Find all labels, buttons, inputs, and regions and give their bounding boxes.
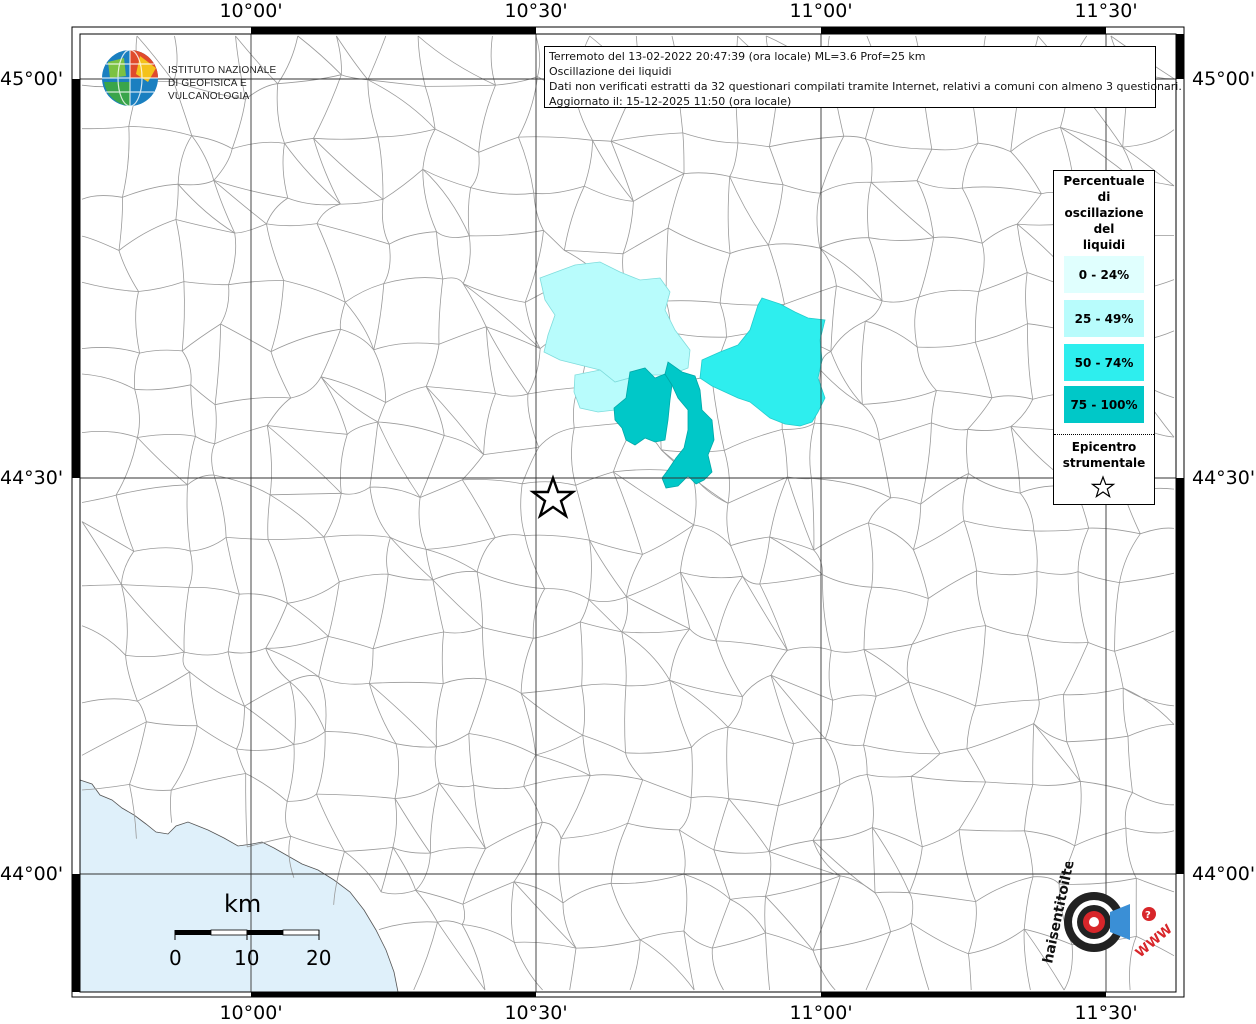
legend: Percentuale di oscillazione del liquidi … xyxy=(1053,170,1155,505)
lat-label-right-3: 44°00' xyxy=(1192,863,1256,885)
scale-unit: km xyxy=(224,890,262,918)
scale-tick-0: 0 xyxy=(169,946,182,970)
lat-label-left-1: 45°00' xyxy=(0,68,64,90)
legend-title: Percentuale di oscillazione del liquidi xyxy=(1063,174,1145,252)
lon-label-bottom-4: 11°30' xyxy=(1074,1002,1138,1024)
logo-line-2: DI GEOFISICA E VULCANOLOGIA xyxy=(168,78,250,102)
lat-label-left-3: 44°00' xyxy=(0,863,64,885)
epicenter-star-icon xyxy=(1090,475,1116,498)
lon-label-bottom-3: 11°00' xyxy=(789,1002,853,1024)
lon-label-top-2: 10°30' xyxy=(504,0,568,22)
globe-icon xyxy=(102,49,158,107)
lon-label-top-1: 10°00' xyxy=(219,0,283,22)
legend-item-0-24: 0 - 24% xyxy=(1064,256,1144,293)
lon-label-top-3: 11°00' xyxy=(789,0,853,22)
www-text: WWW xyxy=(1133,922,1176,961)
data-note-line: Dati non verificati estratti da 32 quest… xyxy=(549,80,1182,93)
haisentito-logo: ? haisentitoilterremoto.it WWW xyxy=(1036,779,1176,980)
scale-tick-20: 20 xyxy=(306,946,332,970)
event-line: Terremoto del 13-02-2022 20:47:39 (ora l… xyxy=(549,50,926,63)
lat-label-right-1: 45°00' xyxy=(1192,68,1256,90)
legend-item-50-74: 50 - 74% xyxy=(1064,344,1144,381)
lat-label-right-2: 44°30' xyxy=(1192,467,1256,489)
legend-epicenter-label: Epicentro strumentale xyxy=(1062,440,1146,470)
ingv-logo: ISTITUTO NAZIONALE DI GEOFISICA E VULCAN… xyxy=(100,48,330,110)
svg-text:?: ? xyxy=(1145,910,1151,921)
scale-tick-10: 10 xyxy=(234,946,260,970)
lat-label-left-2: 44°30' xyxy=(0,467,64,489)
lon-label-bottom-1: 10°00' xyxy=(219,1002,283,1024)
updated-line: Aggiornato il: 15-12-2025 11:50 (ora loc… xyxy=(549,95,792,108)
lon-label-bottom-2: 10°30' xyxy=(504,1002,568,1024)
lon-label-top-4: 11°30' xyxy=(1074,0,1138,22)
logo-line-1: ISTITUTO NAZIONALE xyxy=(168,65,277,76)
parameter-line: Oscillazione dei liquidi xyxy=(549,65,672,78)
legend-item-25-49: 25 - 49% xyxy=(1064,300,1144,337)
info-box: Terremoto del 13-02-2022 20:47:39 (ora l… xyxy=(544,46,1182,108)
legend-separator xyxy=(1054,434,1154,435)
legend-item-75-100: 75 - 100% xyxy=(1064,386,1144,423)
scale-bar: km 0 10 20 xyxy=(160,890,360,980)
